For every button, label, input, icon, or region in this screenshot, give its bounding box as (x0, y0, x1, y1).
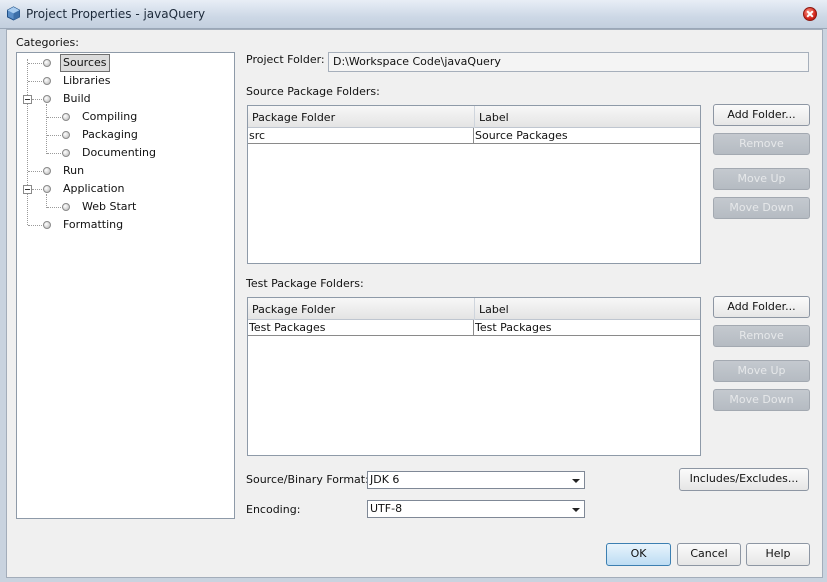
node-bullet-icon (62, 131, 70, 139)
remove-source-folder-button[interactable]: Remove (713, 133, 810, 155)
cell-package-folder[interactable]: Test Packages (248, 320, 473, 335)
node-bullet-icon (43, 221, 51, 229)
test-folders-table[interactable]: Package Folder Label Test Packages Test … (247, 297, 701, 456)
cancel-button[interactable]: Cancel (677, 543, 741, 566)
tree-item-label: Libraries (63, 74, 111, 87)
categories-tree[interactable]: Sources Libraries Build Compiling Packag… (16, 52, 235, 519)
tree-guide-line (47, 207, 63, 208)
encoding-select[interactable]: UTF-8 (367, 500, 585, 518)
tree-item-label: Run (63, 164, 85, 177)
column-header-package-folder[interactable]: Package Folder (248, 106, 474, 128)
tree-item-label: Formatting (63, 218, 124, 231)
column-header-label[interactable]: Label (474, 106, 700, 128)
close-window-button[interactable] (803, 7, 817, 21)
cell-label[interactable]: Test Packages (473, 320, 699, 335)
node-bullet-icon (43, 95, 51, 103)
tree-item-label: Build (63, 92, 91, 105)
cell-label[interactable]: Source Packages (473, 128, 699, 143)
move-down-test-button[interactable]: Move Down (713, 389, 810, 411)
table-header: Package Folder Label (248, 106, 700, 128)
tree-guide-line (28, 171, 44, 172)
cell-package-folder[interactable]: src (248, 128, 473, 143)
move-up-test-button[interactable]: Move Up (713, 360, 810, 382)
tree-guide-line (28, 225, 44, 226)
tree-item-label: Compiling (82, 110, 138, 123)
source-folders-table[interactable]: Package Folder Label src Source Packages (247, 105, 701, 264)
collapse-build-icon[interactable] (23, 95, 32, 104)
node-bullet-icon (62, 113, 70, 121)
encoding-label: Encoding: (246, 503, 301, 516)
table-header: Package Folder Label (248, 298, 700, 320)
encoding-value: UTF-8 (370, 502, 403, 515)
includes-excludes-button[interactable]: Includes/Excludes... (679, 468, 809, 491)
chevron-down-icon (572, 479, 580, 483)
node-bullet-icon (43, 77, 51, 85)
remove-test-folder-button[interactable]: Remove (713, 325, 810, 347)
test-folders-label: Test Package Folders: (246, 277, 364, 290)
netbeans-cube-icon (7, 6, 20, 21)
project-folder-label: Project Folder: (246, 53, 325, 66)
node-bullet-icon (43, 167, 51, 175)
source-binary-format-value: JDK 6 (370, 473, 400, 486)
tree-guide-line (46, 194, 47, 208)
tree-item-label: Application (63, 182, 125, 195)
move-up-source-button[interactable]: Move Up (713, 168, 810, 190)
node-bullet-icon (43, 59, 51, 67)
table-row[interactable]: Test Packages Test Packages (248, 320, 700, 336)
tree-guide-line (47, 135, 63, 136)
column-header-label[interactable]: Label (474, 298, 700, 320)
project-folder-field[interactable]: D:\Workspace Code\javaQuery (328, 52, 809, 72)
categories-label: Categories: (16, 36, 79, 49)
tree-item-label: Web Start (82, 200, 137, 213)
tree-guide-line (46, 104, 47, 154)
tree-guide-line (47, 153, 63, 154)
tree-item-label: Sources (60, 54, 110, 72)
node-bullet-icon (62, 149, 70, 157)
help-button[interactable]: Help (746, 543, 810, 566)
tree-item-label: Packaging (82, 128, 138, 141)
tree-guide-line (28, 81, 44, 82)
source-folders-label: Source Package Folders: (246, 85, 380, 98)
ok-button[interactable]: OK (606, 543, 671, 566)
tree-guide-line (28, 63, 44, 64)
add-source-folder-button[interactable]: Add Folder... (713, 104, 810, 126)
add-test-folder-button[interactable]: Add Folder... (713, 296, 810, 318)
column-header-package-folder[interactable]: Package Folder (248, 298, 474, 320)
node-bullet-icon (62, 203, 70, 211)
window-title: Project Properties - javaQuery (26, 7, 206, 21)
move-down-source-button[interactable]: Move Down (713, 197, 810, 219)
tree-item-label: Documenting (82, 146, 156, 159)
tree-guide-line (27, 59, 28, 225)
title-bar: Project Properties - javaQuery (0, 0, 827, 29)
tree-guide-line (47, 117, 63, 118)
table-row[interactable]: src Source Packages (248, 128, 700, 144)
chevron-down-icon (572, 508, 580, 512)
source-binary-format-select[interactable]: JDK 6 (367, 471, 585, 489)
node-bullet-icon (43, 185, 51, 193)
collapse-application-icon[interactable] (23, 185, 32, 194)
source-binary-format-label: Source/Binary Format: (246, 473, 369, 486)
